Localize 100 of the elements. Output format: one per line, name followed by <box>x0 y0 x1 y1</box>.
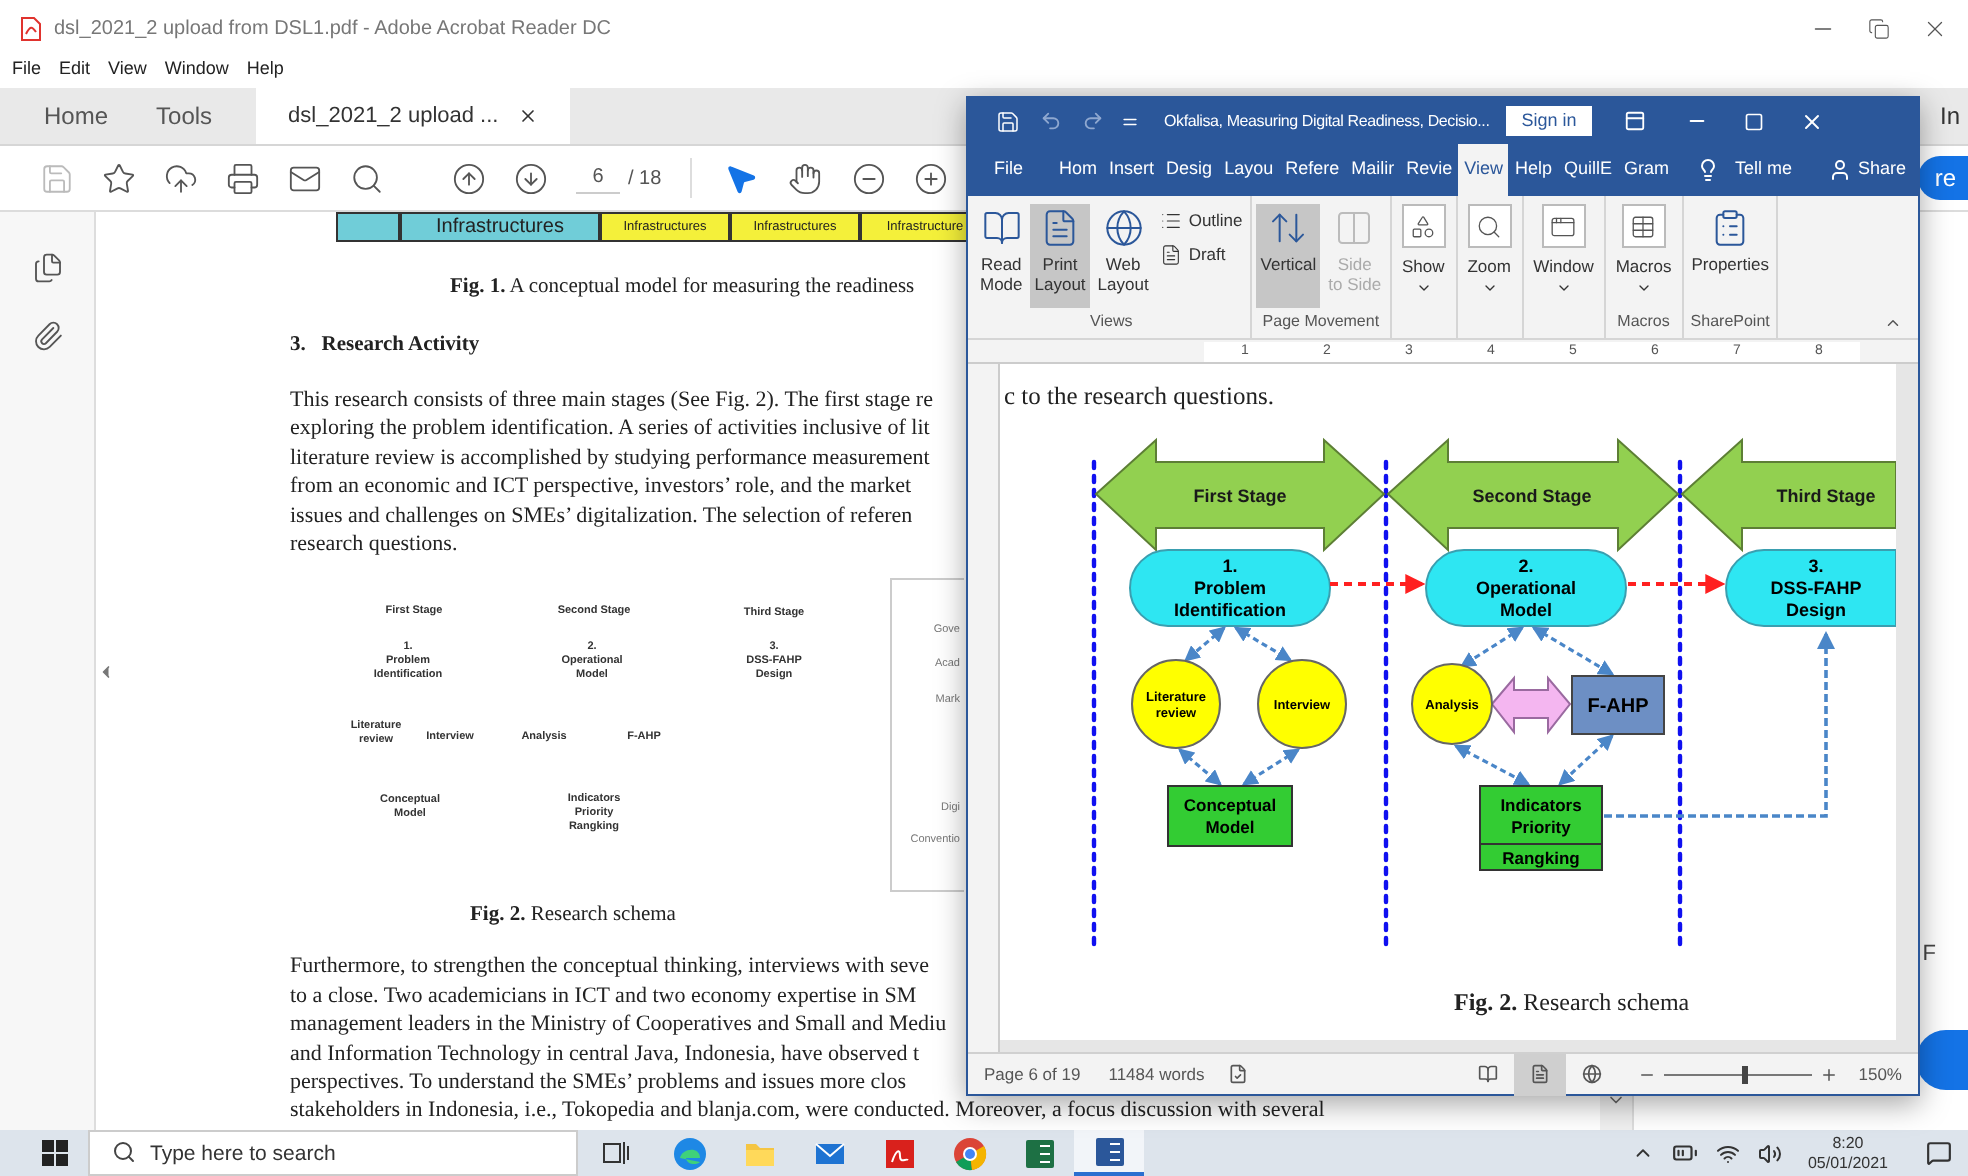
close-icon[interactable] <box>1800 109 1825 133</box>
ribbon-tab[interactable]: Gram <box>1618 144 1676 196</box>
clock-time[interactable]: 8:20 <box>1832 1133 1864 1153</box>
sign-in-link[interactable]: In <box>1939 98 1968 134</box>
step-node: 3. DSS-FAHP Design <box>1725 549 1896 627</box>
ribbon-tab[interactable]: Desig <box>1160 144 1219 196</box>
ribbon-dropdown[interactable]: Show <box>1395 204 1452 308</box>
ribbon-tab[interactable]: Refere <box>1279 144 1346 196</box>
text-line: literature review is accomplished by studying performance measurement <box>290 443 930 473</box>
battery-icon[interactable] <box>1671 1140 1698 1166</box>
ribbon-tab[interactable]: Mailir <box>1345 144 1401 196</box>
dashed-arrow <box>1183 626 1227 662</box>
menu-item[interactable]: File <box>12 56 42 84</box>
zoom-out-icon[interactable] <box>851 161 886 195</box>
ribbon-dropdown[interactable]: Window <box>1527 204 1600 308</box>
ribbon-tab[interactable]: View <box>1458 144 1509 196</box>
notification-icon[interactable] <box>1926 1140 1952 1166</box>
view-button[interactable] <box>1514 1053 1567 1095</box>
ribbon-button[interactable]: Vertical <box>1256 204 1321 308</box>
clock-date[interactable]: 05/01/2021 <box>1807 1153 1888 1173</box>
close-tab-icon[interactable] <box>518 106 539 126</box>
tab[interactable]: Tools <box>132 88 237 144</box>
ribbon-tab[interactable]: Hom <box>1053 144 1104 196</box>
ribbon-tab[interactable]: QuillE <box>1558 144 1619 196</box>
maximize-icon[interactable] <box>1744 111 1765 131</box>
output-box: Indicators Priority Rangking <box>1479 785 1603 871</box>
attachment-icon[interactable] <box>31 320 63 352</box>
window-title: Okfalisa, Measuring Digital Readiness, Decisio... <box>1164 109 1490 133</box>
round-button[interactable] <box>1916 1030 1968 1090</box>
magnifier-icon <box>1476 213 1503 239</box>
ribbon-button[interactable]: Outline <box>1156 208 1247 234</box>
spreadsheet-icon <box>1021 1135 1057 1171</box>
share-button[interactable]: re <box>1918 156 1968 200</box>
globe-icon <box>1582 1064 1603 1084</box>
stage-arrow: Third Stage <box>1680 437 1896 553</box>
ribbon-tab[interactable]: Layou <box>1218 144 1280 196</box>
network-icon[interactable] <box>1715 1141 1740 1165</box>
ribbon-dropdown[interactable]: Macros <box>1609 204 1678 308</box>
ribbon-tab[interactable]: Help <box>1508 144 1558 196</box>
ribbon-tab[interactable]: File <box>988 144 1030 196</box>
dashed-arrow <box>1628 574 1726 594</box>
tell-me-field[interactable]: Tell me <box>1735 156 1793 184</box>
hand-icon[interactable] <box>787 161 822 195</box>
dashed-arrow <box>1453 744 1531 786</box>
tab[interactable]: dsl_2021_2 upload ... <box>256 88 571 144</box>
start-icon[interactable] <box>42 1140 68 1166</box>
zoom-in-icon[interactable] <box>1820 1065 1839 1083</box>
star-icon[interactable] <box>102 161 136 195</box>
taskbar-app[interactable] <box>1074 1130 1144 1176</box>
text-line: to a close. Two academicians in ICT and two economy expertise in SM <box>290 981 917 1011</box>
table-cell <box>336 212 400 242</box>
zoom-level: 150% <box>1858 1061 1902 1087</box>
volume-icon[interactable] <box>1757 1141 1782 1165</box>
next-page-icon[interactable] <box>514 161 548 195</box>
ribbon-button[interactable]: Print Layout <box>1030 204 1090 308</box>
ribbon-tab[interactable]: Insert <box>1103 144 1161 196</box>
task-view-icon[interactable] <box>602 1140 630 1166</box>
page-status: Page 6 of 19 <box>984 1061 1081 1087</box>
search-icon[interactable] <box>350 161 384 195</box>
restore-icon[interactable] <box>1868 17 1890 39</box>
text-line: issues and challenges on SMEs’ digitalization. The selection of referen <box>290 501 913 531</box>
text-line: research questions. <box>290 530 458 559</box>
ribbon-dropdown[interactable]: Zoom <box>1461 204 1518 308</box>
ribbon-button[interactable]: Draft <box>1156 241 1247 267</box>
ribbon-button[interactable]: Web Layout <box>1093 204 1153 308</box>
menu-item[interactable]: Edit <box>59 56 91 84</box>
stage-arrow: First Stage <box>1094 437 1386 553</box>
print-icon[interactable] <box>226 161 260 195</box>
share-button[interactable]: Share <box>1858 156 1907 184</box>
search-icon <box>112 1140 136 1164</box>
pointer-icon[interactable] <box>723 161 758 195</box>
menu-item[interactable]: Window <box>164 56 229 84</box>
cloud-upload-icon[interactable] <box>164 161 198 195</box>
page-number-field[interactable]: 6 <box>576 162 620 194</box>
output-box: Conceptual Model <box>1167 785 1293 847</box>
mail-icon[interactable] <box>288 161 322 195</box>
lightbulb-icon <box>1695 158 1720 182</box>
redo-icon[interactable] <box>1082 110 1104 132</box>
pages-icon[interactable] <box>31 252 63 284</box>
dashed-arrow <box>1459 626 1525 668</box>
slider-thumb[interactable] <box>1742 1065 1749 1083</box>
menu-item[interactable]: View <box>108 56 147 84</box>
panel-text: F <box>1922 939 1938 969</box>
undo-icon[interactable] <box>1040 110 1062 132</box>
globe-icon <box>1103 208 1144 248</box>
section-heading: 3. Research Activity <box>290 332 480 358</box>
previous-page-icon[interactable] <box>452 161 486 195</box>
search-field[interactable]: Type here to search <box>88 1130 578 1176</box>
collapse-ribbon-icon[interactable] <box>1884 314 1902 332</box>
menu-item[interactable]: Help <box>246 56 284 84</box>
tab[interactable]: Home <box>20 88 133 144</box>
figure-caption: Fig. 1. A conceptual model for measuring the readiness <box>450 274 915 300</box>
group-label: Views <box>1090 310 1133 334</box>
ribbon-display-icon[interactable] <box>1624 110 1647 132</box>
ribbon-tab[interactable]: Revie <box>1400 144 1459 196</box>
figure-caption: Fig. 2. Research schema <box>470 902 676 929</box>
sign-in-button[interactable]: Sign in <box>1505 105 1593 137</box>
proofing-icon[interactable] <box>1228 1064 1249 1084</box>
zoom-in-icon[interactable] <box>913 161 948 195</box>
ribbon-button[interactable]: Properties <box>1687 204 1773 308</box>
